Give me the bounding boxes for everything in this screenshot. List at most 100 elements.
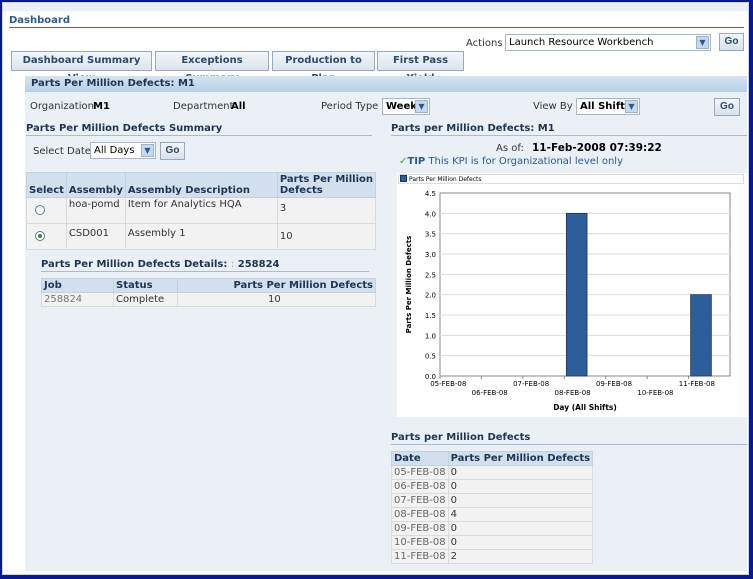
col-ppm: Parts Per Million Defects xyxy=(177,278,376,293)
table-row: 06-FEB-08 0 xyxy=(391,479,594,494)
date-cell: 07-FEB-08 xyxy=(391,493,449,508)
value-cell: 0 xyxy=(447,493,594,508)
tip-label: TIP xyxy=(407,156,426,167)
tab-exceptions-summary[interactable]: Exceptions Summary xyxy=(155,51,269,84)
details-table: Job Status Parts Per Million Defects 258… xyxy=(41,278,376,307)
value-cell: 0 xyxy=(447,465,594,480)
period-type-select[interactable]: Week ▼ xyxy=(382,98,430,115)
col-select: Select xyxy=(26,172,67,198)
title-divider xyxy=(9,27,744,28)
date-cell: 11-FEB-08 xyxy=(391,549,449,564)
chevron-down-icon: ▼ xyxy=(696,36,709,49)
table-row[interactable]: hoa-pomd Item for Analytics HQA 3 xyxy=(26,197,377,224)
x-tick-label: 06-FEB-08 xyxy=(472,389,508,397)
ppm-table-header: Date Parts Per Million Defects xyxy=(391,451,594,466)
value-cell: 0 xyxy=(447,479,594,494)
col-status: Status xyxy=(113,278,178,293)
view-by-select[interactable]: All Shifts ▼ xyxy=(576,98,640,115)
ppm-chart: Parts Per Million Defects 0.0 0.5 1.0 1.5 2.… xyxy=(397,173,747,417)
tab-dashboard-summary-view[interactable]: Dashboard Summary View xyxy=(11,51,152,84)
tab-first-pass-yield[interactable]: First Pass Yield xyxy=(377,51,464,84)
summary-heading: Parts Per Million Defects Summary xyxy=(26,123,372,136)
period-type-label: Period Type xyxy=(321,101,379,112)
panel-go-button[interactable]: Go xyxy=(714,98,740,116)
ppm-cell: 10 xyxy=(276,223,377,250)
view-by-value: All Shifts xyxy=(580,101,631,112)
tab-production-to-plan[interactable]: Production to Plan xyxy=(272,51,375,84)
select-date-label: Select Date xyxy=(33,146,91,157)
job-cell[interactable]: 258824 xyxy=(41,292,114,307)
col-ppm: Parts Per Million Defects xyxy=(276,172,377,198)
actions-select[interactable]: Launch Resource Workbench ▼ xyxy=(505,34,711,51)
col-assembly: Assembly xyxy=(65,172,126,198)
table-row: 258824 Complete 10 xyxy=(41,292,376,307)
page-title: Dashboard xyxy=(9,15,70,26)
description-cell: Assembly 1 xyxy=(124,223,278,250)
value-cell: 0 xyxy=(447,521,594,536)
y-tick-label: 2.5 xyxy=(425,271,436,279)
chart-svg: 0.00.51.01.52.02.53.03.54.04.505-FEB-080… xyxy=(405,190,731,412)
kpi-heading: Parts per Million Defects: M1 xyxy=(391,123,747,136)
details-title: Parts Per Million Defects Details: xyxy=(41,259,228,270)
x-axis-title: Day (All Shifts) xyxy=(553,403,617,412)
date-cell: 10-FEB-08 xyxy=(391,535,449,550)
date-cell: 06-FEB-08 xyxy=(391,479,449,494)
value-cell: 4 xyxy=(447,507,594,522)
select-date-select[interactable]: All Days ▼ xyxy=(90,142,156,159)
select-date-go-button[interactable]: Go xyxy=(160,142,185,160)
value-cell: 2 xyxy=(447,549,594,564)
x-tick-label: 11-FEB-08 xyxy=(679,380,715,388)
bar xyxy=(690,294,712,377)
bar xyxy=(565,212,588,377)
panel-title: Parts Per Million Defects: M1 xyxy=(25,76,747,92)
table-row: 08-FEB-08 4 xyxy=(391,507,594,522)
kpi-panel: Parts Per Million Defects: M1 Organizati… xyxy=(25,76,747,571)
date-cell: 08-FEB-08 xyxy=(391,507,449,522)
legend-swatch xyxy=(400,175,407,182)
department-value: All xyxy=(231,101,246,112)
col-assembly-description: Assembly Description xyxy=(124,172,278,198)
top-strip xyxy=(3,3,748,11)
organization-label: Organization xyxy=(30,101,94,112)
select-cell xyxy=(26,197,67,224)
ppm-cell: 10 xyxy=(177,292,376,307)
description-cell: Item for Analytics HQA xyxy=(124,197,278,224)
summary-table-header: Select Assembly Assembly Description Par… xyxy=(26,172,377,198)
table-row[interactable]: CSD001 Assembly 1 10 xyxy=(26,223,377,250)
ppm-cell: 3 xyxy=(276,197,377,224)
actions-select-value: Launch Resource Workbench xyxy=(509,37,654,48)
row-radio-selected[interactable] xyxy=(35,231,45,241)
chart-legend: Parts Per Million Defects xyxy=(398,174,744,184)
app-window: Dashboard Actions Launch Resource Workbe… xyxy=(2,2,749,575)
ppm-table: Date Parts Per Million Defects 05-FEB-08… xyxy=(391,451,594,564)
table-row: 09-FEB-08 0 xyxy=(391,521,594,536)
row-radio[interactable] xyxy=(35,205,45,215)
table-row: 11-FEB-08 2 xyxy=(391,549,594,564)
table-row: 07-FEB-08 0 xyxy=(391,493,594,508)
col-job: Job xyxy=(41,278,114,293)
department-label: Department xyxy=(173,101,234,112)
chevron-down-icon: ▼ xyxy=(415,100,428,113)
chevron-down-icon: ▼ xyxy=(141,144,154,157)
x-tick-label: 05-FEB-08 xyxy=(430,380,466,388)
details-heading: Parts Per Million Defects Details: : 258… xyxy=(41,259,369,272)
table-row: 05-FEB-08 0 xyxy=(391,465,594,480)
tip-text: This KPI is for Organizational level onl… xyxy=(428,156,624,167)
as-of-value: 11-Feb-2008 07:39:22 xyxy=(532,142,662,154)
period-type-value: Week xyxy=(386,101,417,112)
date-cell: 09-FEB-08 xyxy=(391,521,449,536)
details-table-header: Job Status Parts Per Million Defects xyxy=(41,278,376,293)
y-tick-label: 2.0 xyxy=(425,292,436,300)
details-job-id: 258824 xyxy=(237,259,280,270)
ppm-table-heading: Parts per Million Defects xyxy=(391,432,747,445)
x-tick-label: 07-FEB-08 xyxy=(513,380,549,388)
actions-go-button[interactable]: Go xyxy=(719,33,744,51)
y-tick-label: 3.5 xyxy=(425,231,436,239)
organization-value: M1 xyxy=(93,101,110,112)
chevron-down-icon: ▼ xyxy=(625,100,638,113)
y-tick-label: 1.5 xyxy=(425,312,436,320)
legend-label: Parts Per Million Defects xyxy=(409,176,482,183)
assembly-cell: CSD001 xyxy=(65,223,126,250)
tip-message: ✓TIP This KPI is for Organizational leve… xyxy=(399,156,623,167)
status-cell: Complete xyxy=(113,292,178,307)
